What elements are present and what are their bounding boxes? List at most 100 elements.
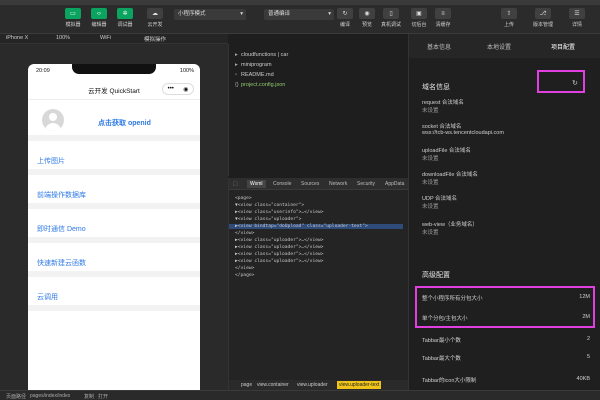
userinfo-row: 点击获取 openid (28, 101, 200, 141)
capsule-menu[interactable]: ••• ◉ (162, 83, 194, 95)
wxml-line[interactable]: <page> (235, 196, 252, 201)
preview-label: 预览 (361, 22, 372, 28)
wxml-line[interactable]: ▼<view class="uploader"> (235, 217, 301, 222)
wxml-line[interactable]: ▼<view class="container"> (235, 203, 304, 208)
wxml-line[interactable]: ▶<view class="uploader">…</view> (235, 259, 324, 264)
wxml-line[interactable]: ▶<view class="uploader">…</view> (235, 252, 324, 257)
tab-console[interactable]: Console (273, 181, 291, 187)
config-label: Tabbar最大个数 (422, 356, 461, 362)
version-button[interactable]: ⎇ 版本管理 (528, 8, 558, 28)
section-title-domains: 域名信息 (422, 84, 450, 91)
domain-value: 未设置 (422, 180, 439, 186)
wxml-line[interactable]: </view> (235, 231, 254, 236)
wxml-line[interactable]: ▶<view class="userinfo">…</view> (235, 210, 324, 215)
cloud-icon: ☁ (147, 8, 163, 19)
tab-project-config[interactable]: 项目配置 (551, 42, 575, 51)
version-label: 版本管理 (532, 22, 553, 28)
clear-cache-button[interactable]: ≡ 清缓存 (428, 8, 458, 28)
simulate-action-select[interactable]: 模拟操作 (144, 35, 166, 43)
tab-local-settings[interactable]: 本地设置 (487, 42, 511, 51)
wxml-line[interactable]: ▶<view class="uploader">…</view> (235, 245, 324, 250)
copy-path-button[interactable]: 复制 (84, 393, 94, 400)
cloud-dev-label: 云开发 (147, 22, 163, 28)
config-label: Tabbar的icon大小限制 (422, 378, 477, 384)
compile-select[interactable]: 普通编译 ▾ (264, 9, 334, 20)
code-icon: ‹› (91, 8, 107, 19)
remote-debug-button[interactable]: ▯ 真机调试 (376, 8, 406, 28)
file-tree-item[interactable]: ▸ miniprogram (235, 62, 272, 68)
page-path-label: 页面路径 (6, 394, 27, 400)
detail-icon: ☰ (569, 8, 585, 19)
file-tree-item[interactable]: ▫ README.md (235, 72, 274, 78)
domain-value: 未设置 (422, 108, 439, 114)
wxml-line[interactable]: ▶<view class="uploader">…</view> (235, 238, 324, 243)
details-tabs: 基本信息 本地设置 项目配置 (409, 34, 600, 58)
cloud-dev-button[interactable]: ☁ 云开发 (140, 8, 170, 28)
config-value: 40KB (576, 376, 590, 382)
refresh-icon[interactable]: ↻ (572, 79, 578, 87)
more-dots-icon[interactable]: ••• (168, 86, 174, 92)
menu-item-database[interactable]: 前端操作数据库 (28, 181, 200, 209)
inspect-icon[interactable]: ⬚ (233, 181, 238, 187)
breadcrumb-item[interactable]: page (241, 382, 252, 388)
domain-label: uploadFile 合法域名 (422, 148, 471, 154)
menu-item-cloud-call[interactable]: 云调用 (28, 283, 200, 311)
tab-sources[interactable]: Sources (301, 181, 319, 187)
config-value: 2 (586, 336, 590, 342)
file-name: project.config.json (241, 82, 286, 88)
main-toolbar: ▭ 模拟器 ‹› 编辑器 ✲ 调试器 ☁ 云开发 小程序模式 ▾ 普通编译 ▾ … (0, 0, 600, 34)
network-select[interactable]: WiFi (100, 35, 111, 41)
file-tree-item[interactable]: {} project.config.json (235, 82, 285, 88)
open-path-button[interactable]: 打开 (98, 393, 108, 400)
phone-icon: ▭ (65, 8, 81, 19)
config-label: Tabbar最小个数 (422, 338, 461, 344)
domain-label: socket 合法域名 (422, 124, 462, 130)
menu-item-label: 云调用 (37, 294, 58, 301)
debugger-toggle-button[interactable]: ✲ 调试器 (110, 8, 140, 28)
file-tree-item[interactable]: ▸ cloudfunctions | car (235, 52, 288, 58)
domain-label: UDP 合法域名 (422, 196, 458, 202)
breadcrumb-item[interactable]: view.container (257, 382, 289, 388)
wxml-line[interactable]: </view> (235, 266, 254, 271)
get-openid-button[interactable]: 点击获取 openid (98, 118, 151, 128)
domain-label: downloadFile 合法域名 (422, 172, 478, 178)
domain-label: web-view（业务域名） (422, 222, 478, 228)
config-value: 2M (582, 314, 590, 320)
menu-item-upload-image[interactable]: 上传图片 (28, 147, 200, 175)
chevron-down-icon: ▾ (240, 11, 243, 17)
upload-label: 上传 (503, 22, 514, 28)
config-row: Tabbar最小个数 2 (422, 336, 590, 344)
close-circle-icon[interactable]: ◉ (183, 86, 188, 93)
menu-item-label: 快速新建云函数 (37, 260, 86, 267)
breadcrumb-item-active[interactable]: view.uploader-text (337, 381, 382, 389)
menu-item-new-function[interactable]: 快速新建云函数 (28, 249, 200, 277)
debug-icon: ✲ (117, 8, 133, 19)
menu-item-label: 即时通信 Demo (37, 226, 86, 233)
upload-button[interactable]: ⇧ 上传 (494, 8, 524, 28)
section-title-advanced: 高级配置 (422, 272, 450, 279)
tab-basic-info[interactable]: 基本信息 (427, 42, 451, 51)
menu-item-label: 上传图片 (37, 158, 65, 165)
status-footer: 页面路径 pages/index/index 复制 打开 (0, 390, 600, 400)
wxml-line-selected[interactable]: ▶<view bindtap="doUpload" class="uploade… (229, 224, 403, 229)
config-row: 整个小程序所有分包大小 12M (422, 294, 590, 302)
remote-debug-label: 真机调试 (380, 22, 401, 28)
clear-cache-label: 清缓存 (435, 22, 451, 28)
menu-item-im-demo[interactable]: 即时通信 Demo (28, 215, 200, 243)
device-icon: ▯ (383, 8, 399, 19)
mode-select[interactable]: 小程序模式 ▾ (174, 9, 246, 20)
wxml-line[interactable]: </page> (235, 273, 254, 278)
upload-icon: ⇧ (501, 8, 517, 19)
tab-network[interactable]: Network (329, 181, 347, 187)
devtools-panel: ⬚ Wxml Console Sources Network Security … (228, 178, 409, 390)
tab-security[interactable]: Security (357, 181, 375, 187)
tab-wxml[interactable]: Wxml (247, 180, 266, 188)
config-label: 整个小程序所有分包大小 (422, 296, 483, 302)
tab-appdata[interactable]: AppData (385, 181, 404, 187)
breadcrumb-item[interactable]: view.uploader (297, 382, 328, 388)
debugger-label: 调试器 (117, 22, 133, 28)
device-select[interactable]: iPhone X (6, 35, 28, 41)
zoom-select[interactable]: 100% (56, 35, 70, 41)
phone-notch (72, 64, 156, 74)
details-button[interactable]: ☰ 详情 (562, 8, 592, 28)
